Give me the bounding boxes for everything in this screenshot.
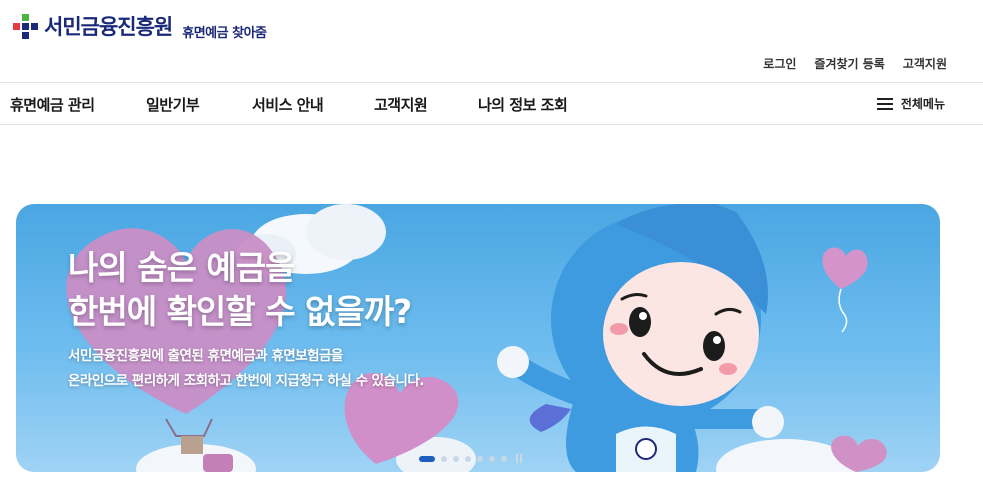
logo-title: 서민금융진흥원 — [44, 14, 173, 39]
banner-description-line2: 온라인으로 편리하게 조회하고 한번에 지급청구 하실 수 있습니다. — [68, 373, 424, 389]
slide-dot-3[interactable] — [453, 455, 459, 462]
nav-item-donation[interactable]: 일반기부 — [146, 94, 200, 115]
slide-dot-7[interactable] — [501, 455, 507, 462]
bookmark-link[interactable]: 즐겨찾기 등록 — [814, 55, 884, 72]
slide-dot-6[interactable] — [489, 455, 495, 462]
main-navigation: 휴면예금 관리 일반기부 서비스 안내 고객지원 나의 정보 조회 전체메뉴 — [0, 83, 983, 125]
nav-item-my-info[interactable]: 나의 정보 조회 — [478, 94, 568, 115]
nav-item-dormant-deposit[interactable]: 휴면예금 관리 — [10, 94, 95, 115]
slide-indicator — [419, 454, 522, 463]
nav-item-customer-support[interactable]: 고객지원 — [374, 94, 428, 115]
utility-links: 로그인 즐겨찾기 등록 고객지원 — [763, 55, 947, 72]
slide-dot-5[interactable] — [477, 455, 483, 462]
hamburger-icon — [876, 97, 893, 110]
all-menu-button[interactable]: 전체메뉴 — [876, 95, 945, 112]
all-menu-label: 전체메뉴 — [900, 97, 945, 111]
logo-subtitle: 휴면예금 찾아줌 — [182, 26, 267, 41]
banner-description-line1: 서민금융진흥원에 출연된 휴면예금과 휴면보험금을 — [68, 348, 343, 364]
banner-headline-line2: 한번에 확인할 수 없을까? — [68, 292, 412, 331]
logo-symbol-icon — [10, 11, 40, 41]
banner-headline: 나의 숨은 예금을 한번에 확인할 수 없을까? — [68, 246, 412, 334]
pause-icon[interactable] — [516, 454, 522, 463]
banner-illustration — [66, 204, 887, 472]
login-link[interactable]: 로그인 — [763, 55, 796, 72]
site-logo[interactable]: 서민금융진흥원 휴면예금 찾아줌 — [10, 10, 267, 41]
slide-dot-1[interactable] — [419, 455, 435, 462]
banner-headline-line1: 나의 숨은 예금을 — [68, 248, 296, 287]
slide-dot-4[interactable] — [465, 455, 471, 462]
customer-support-link[interactable]: 고객지원 — [903, 55, 947, 72]
main-banner[interactable]: 나의 숨은 예금을 한번에 확인할 수 없을까? 서민금융진흥원에 출연된 휴면… — [16, 204, 940, 472]
nav-item-service-guide[interactable]: 서비스 안내 — [252, 94, 324, 115]
slide-dot-2[interactable] — [441, 455, 447, 462]
banner-description: 서민금융진흥원에 출연된 휴면예금과 휴면보험금을 온라인으로 편리하게 조회하… — [68, 344, 424, 394]
